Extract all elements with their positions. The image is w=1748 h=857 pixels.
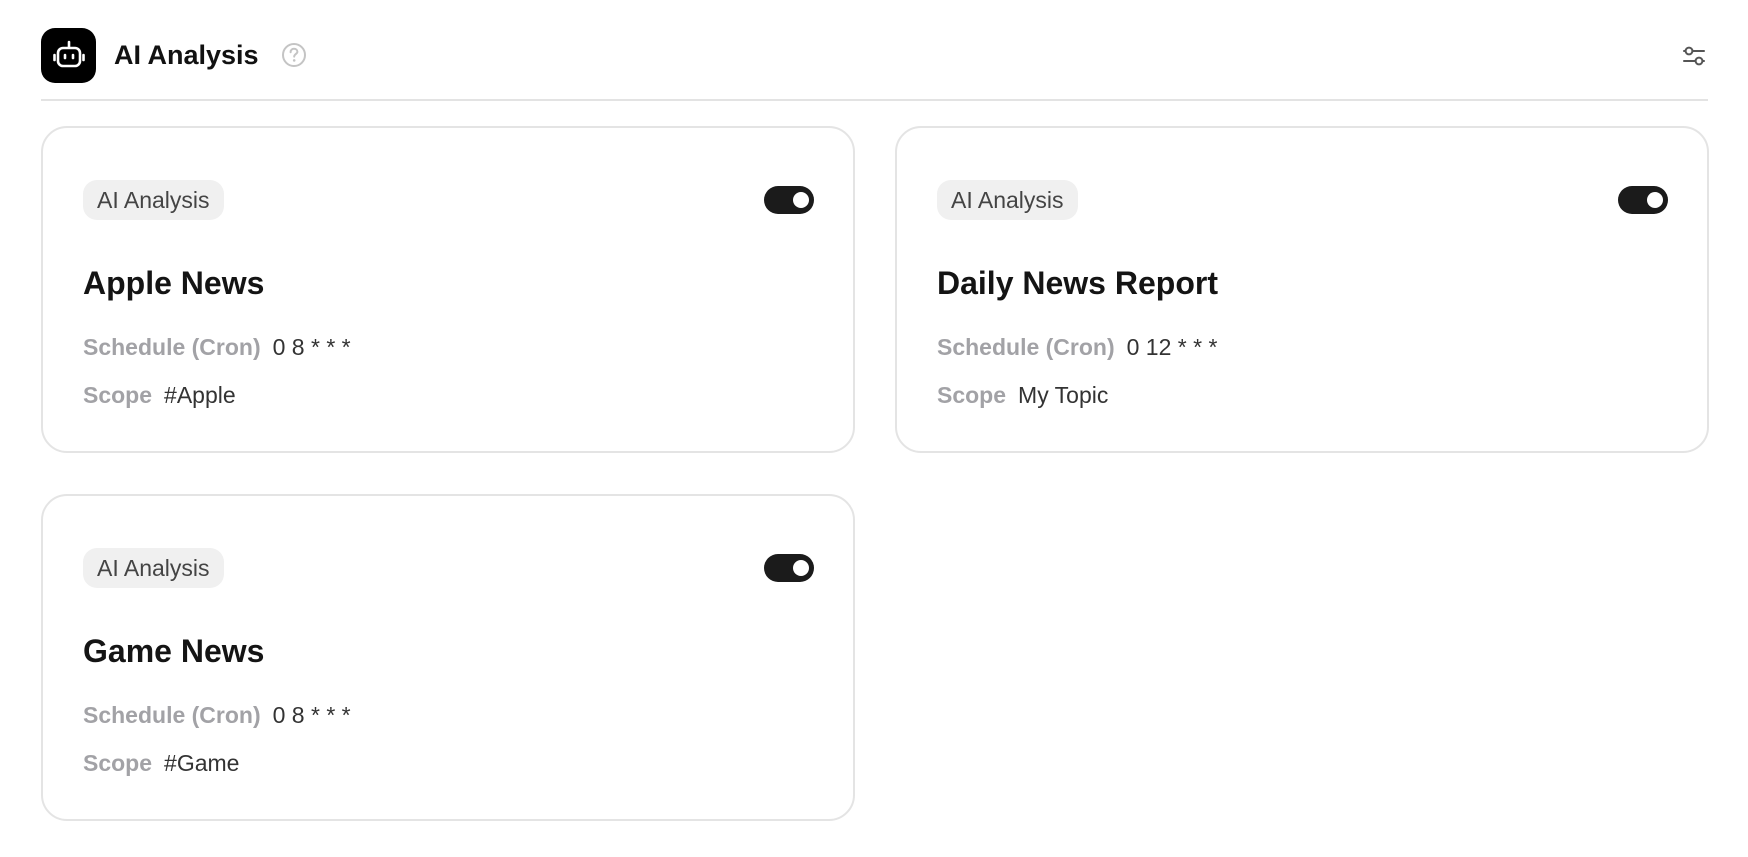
scope-row: Scope #Apple (83, 380, 236, 410)
ai-analysis-page: AI Analysis AI Analysis Apple News Sched… (0, 0, 1748, 857)
schedule-value: 0 12 * * * (1126, 334, 1218, 360)
page-header: AI Analysis (41, 28, 1708, 101)
analysis-card[interactable]: AI Analysis Game News Schedule (Cron) 0 8… (41, 494, 855, 821)
schedule-label: Schedule (Cron) (83, 334, 261, 360)
toggle-knob (1647, 192, 1663, 208)
type-tag: AI Analysis (83, 180, 224, 220)
robot-icon (41, 28, 96, 83)
enable-toggle[interactable] (764, 186, 814, 214)
schedule-value: 0 8 * * * (272, 334, 351, 360)
help-circle-icon[interactable] (281, 42, 307, 68)
scope-value: #Game (164, 750, 240, 776)
schedule-label: Schedule (Cron) (937, 334, 1115, 360)
type-tag: AI Analysis (937, 180, 1078, 220)
page-title: AI Analysis (114, 40, 259, 70)
scope-row: Scope My Topic (937, 380, 1108, 410)
analysis-card[interactable]: AI Analysis Daily News Report Schedule (… (895, 126, 1709, 453)
card-title: Game News (83, 633, 265, 669)
schedule-row: Schedule (Cron) 0 8 * * * (83, 700, 351, 730)
sliders-icon[interactable] (1680, 42, 1708, 70)
toggle-knob (793, 192, 809, 208)
scope-label: Scope (83, 382, 153, 408)
type-tag: AI Analysis (83, 548, 224, 588)
scope-label: Scope (937, 382, 1007, 408)
card-title: Apple News (83, 265, 265, 301)
card-title: Daily News Report (937, 265, 1218, 301)
toggle-knob (793, 560, 809, 576)
enable-toggle[interactable] (1618, 186, 1668, 214)
scope-label: Scope (83, 750, 153, 776)
scope-value: My Topic (1018, 382, 1109, 408)
analysis-card[interactable]: AI Analysis Apple News Schedule (Cron) 0 … (41, 126, 855, 453)
schedule-label: Schedule (Cron) (83, 702, 261, 728)
scope-value: #Apple (164, 382, 236, 408)
schedule-value: 0 8 * * * (272, 702, 351, 728)
enable-toggle[interactable] (764, 554, 814, 582)
schedule-row: Schedule (Cron) 0 12 * * * (937, 332, 1217, 362)
scope-row: Scope #Game (83, 748, 239, 778)
schedule-row: Schedule (Cron) 0 8 * * * (83, 332, 351, 362)
